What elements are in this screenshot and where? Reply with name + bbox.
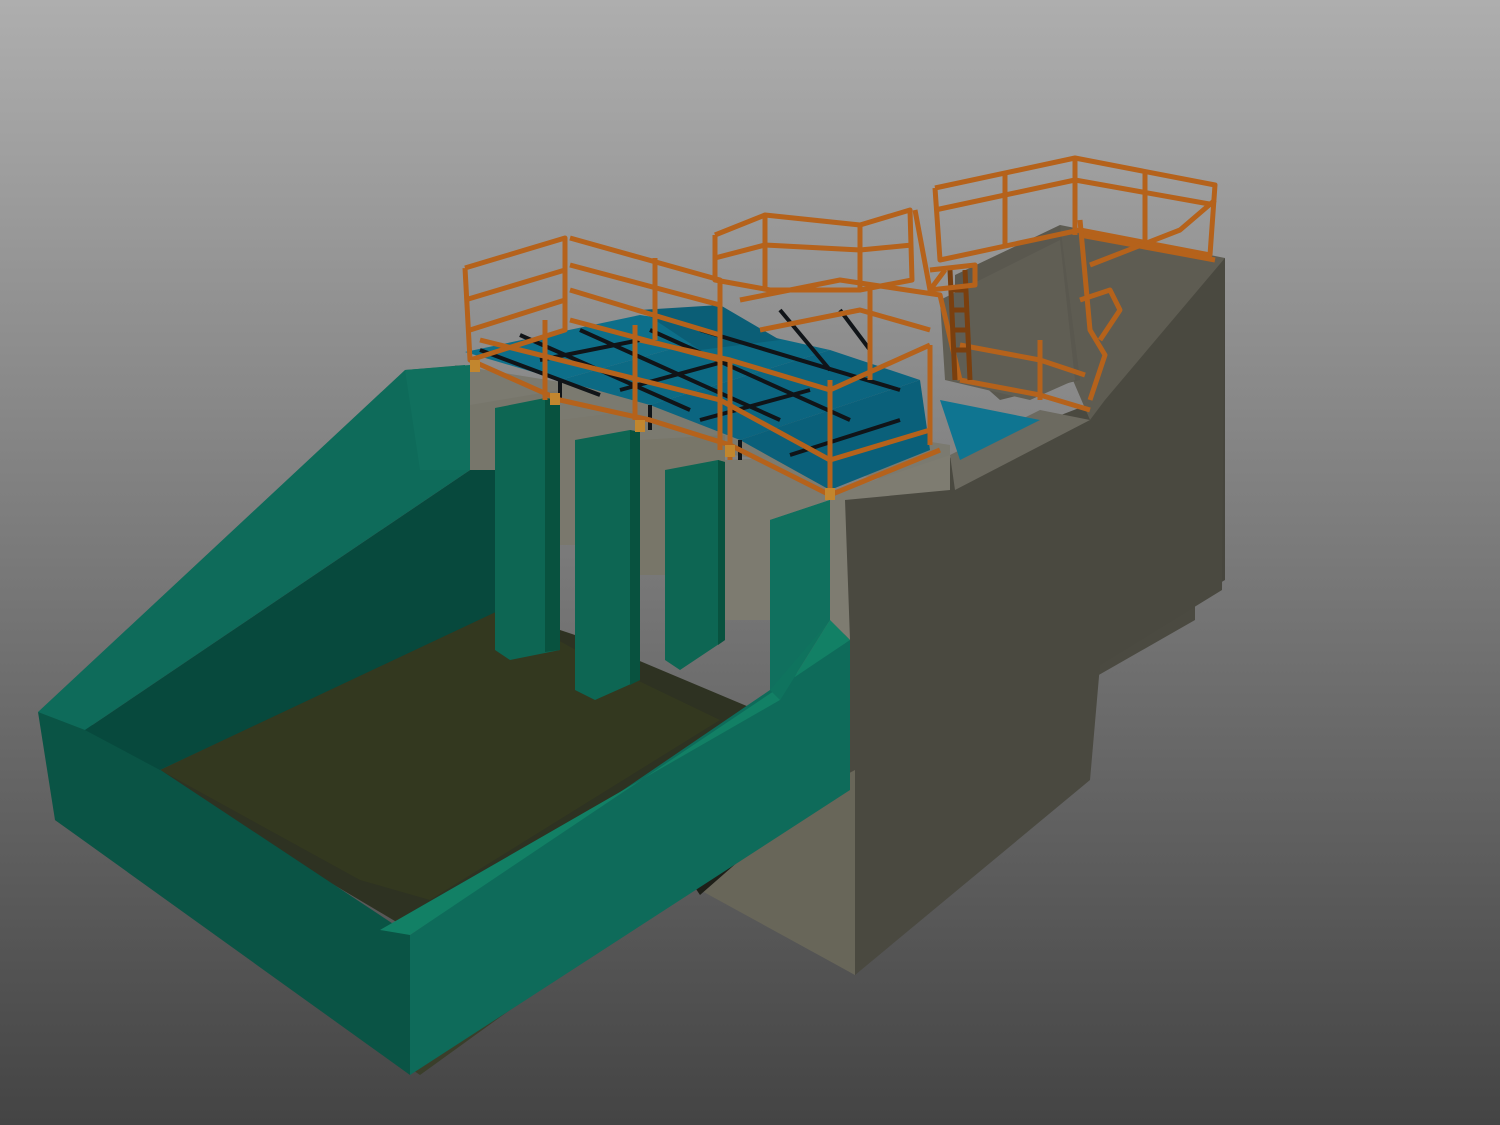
render-viewport: [0, 0, 1500, 1125]
spillway-model-render: [0, 0, 1500, 1125]
